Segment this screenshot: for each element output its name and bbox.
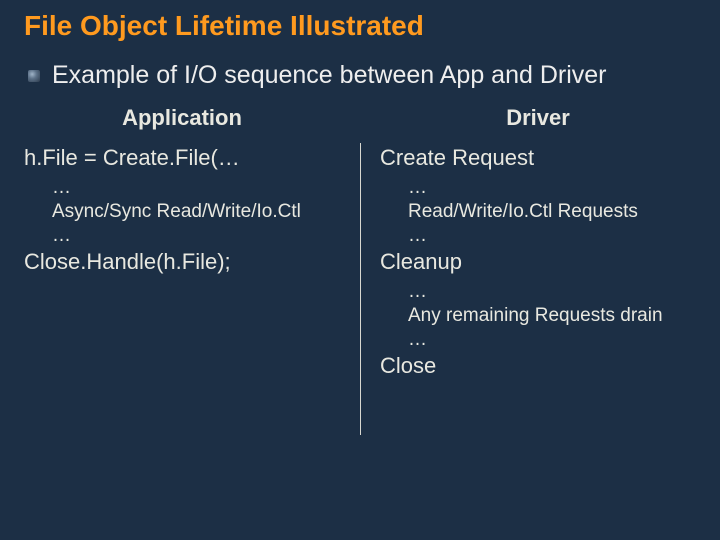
bullet-text: Example of I/O sequence between App and … [52, 60, 607, 91]
drv-sub: … [408, 225, 696, 247]
drv-sub: … [408, 177, 696, 199]
app-sub: … [52, 177, 340, 199]
drv-sub: … [408, 281, 696, 303]
drv-line: Create Request [380, 145, 696, 171]
driver-header: Driver [380, 105, 696, 131]
app-line: h.File = Create.File(… [24, 145, 340, 171]
bullet-item: Example of I/O sequence between App and … [24, 60, 696, 91]
app-line: Close.Handle(h.File); [24, 249, 340, 275]
app-sub: … [52, 225, 340, 247]
drv-sub: … [408, 329, 696, 351]
application-column: Application h.File = Create.File(… … Asy… [24, 105, 360, 385]
column-divider [360, 143, 361, 435]
app-sub: Async/Sync Read/Write/Io.Ctl [52, 201, 340, 223]
slide: File Object Lifetime Illustrated Example… [0, 0, 720, 540]
drv-sub: Any remaining Requests drain [408, 305, 696, 327]
application-header: Application [24, 105, 340, 131]
drv-line: Cleanup [380, 249, 696, 275]
slide-title: File Object Lifetime Illustrated [24, 10, 696, 42]
bullet-icon [28, 70, 40, 82]
driver-column: Driver Create Request … Read/Write/Io.Ct… [360, 105, 696, 385]
drv-sub: Read/Write/Io.Ctl Requests [408, 201, 696, 223]
columns: Application h.File = Create.File(… … Asy… [24, 105, 696, 385]
drv-line: Close [380, 353, 696, 379]
